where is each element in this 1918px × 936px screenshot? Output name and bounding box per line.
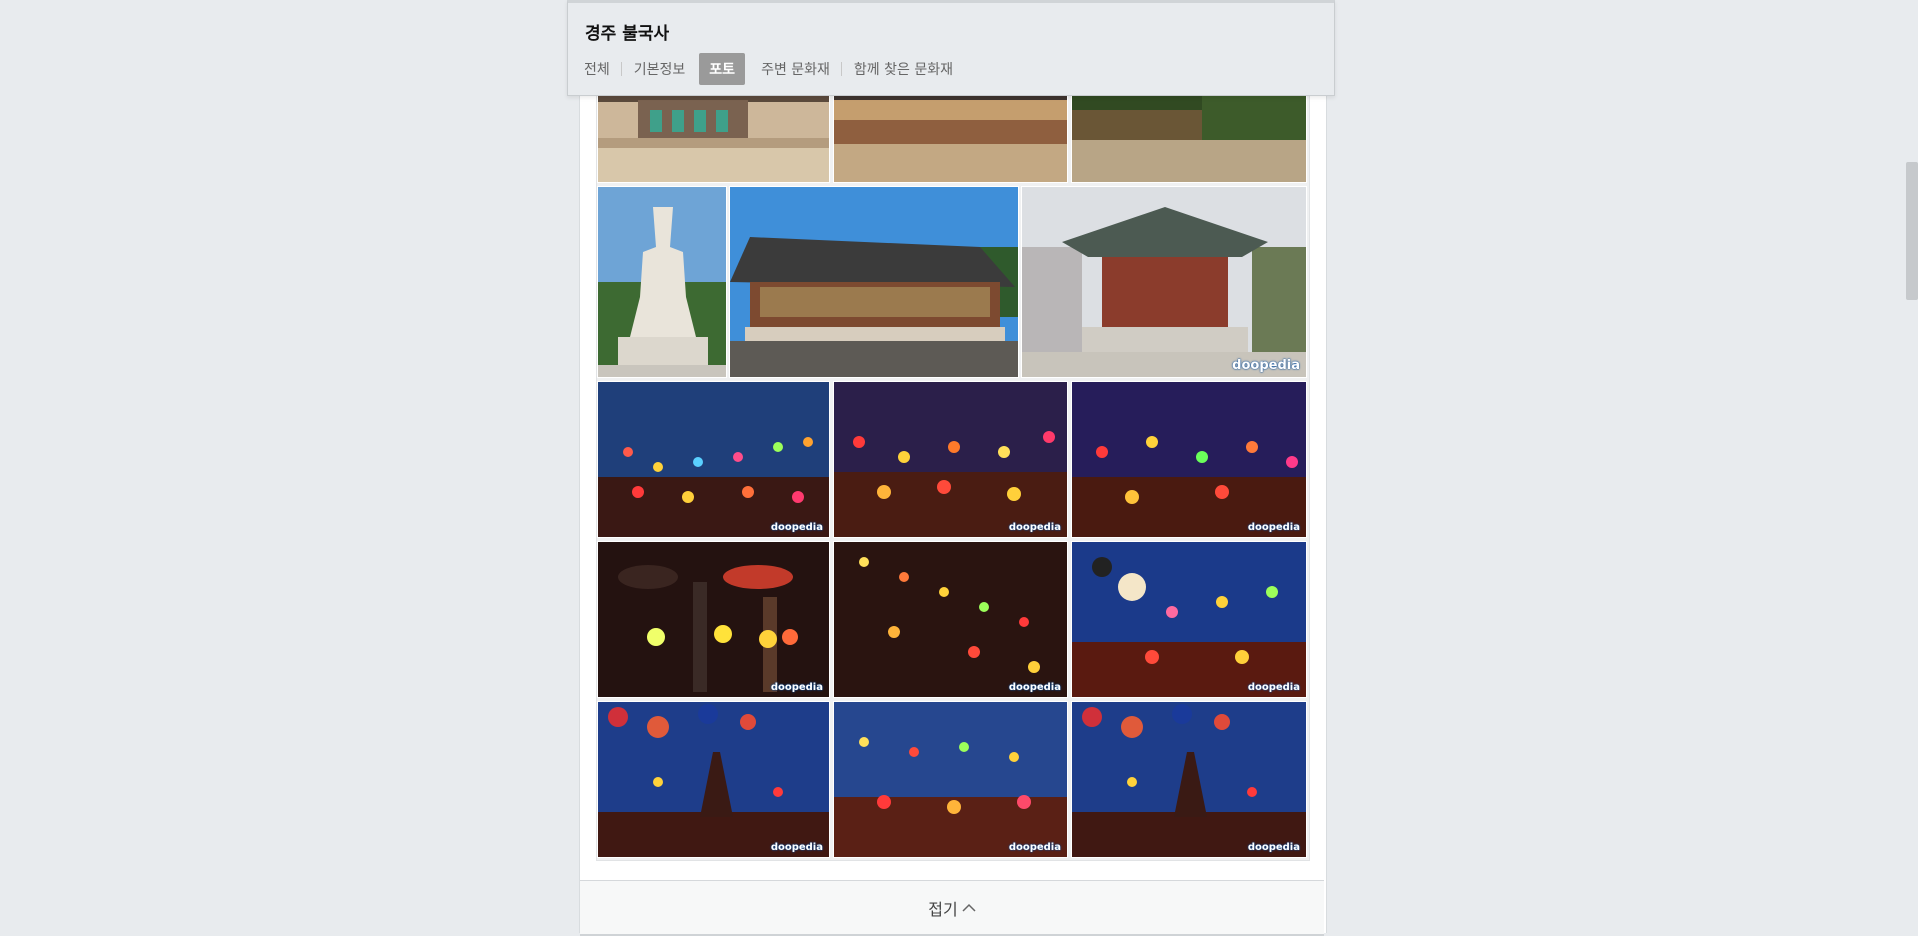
lantern-festival-image	[834, 542, 1067, 697]
photo-grid: doopedia doopedia doopedia doopedia doop…	[596, 90, 1310, 861]
photo-thumbnail[interactable]: doopedia	[597, 701, 830, 858]
photo-thumbnail[interactable]	[597, 186, 727, 378]
main-hall-image	[730, 187, 1018, 377]
lantern-festival-image	[598, 382, 829, 537]
watermark: doopedia	[1008, 522, 1061, 533]
tab-basic-info[interactable]: 기본정보	[622, 59, 698, 79]
watermark: doopedia	[1232, 358, 1300, 373]
lantern-festival-image	[1072, 382, 1306, 537]
tab-nearby-heritage[interactable]: 주변 문화재	[749, 59, 842, 79]
watermark: doopedia	[1247, 842, 1300, 853]
photo-thumbnail[interactable]: doopedia	[1071, 381, 1307, 538]
watermark: doopedia	[770, 842, 823, 853]
photo-thumbnail[interactable]	[1071, 91, 1307, 183]
watermark: doopedia	[1008, 842, 1061, 853]
tab-bar: 전체 기본정보 포토 주변 문화재 함께 찾은 문화재	[584, 53, 965, 85]
photo-thumbnail[interactable]	[729, 186, 1019, 378]
lantern-festival-image	[1072, 702, 1306, 857]
bell-pavilion-image	[1022, 187, 1306, 377]
watermark: doopedia	[1247, 682, 1300, 693]
lantern-festival-image	[598, 702, 829, 857]
temple-trees-image	[1072, 91, 1306, 182]
fold-label: 접기	[928, 899, 958, 919]
scrollbar-thumb[interactable]	[1906, 162, 1918, 300]
temple-courtyard-image	[598, 91, 829, 182]
watermark: doopedia	[1008, 682, 1061, 693]
chevron-up-icon	[962, 903, 976, 912]
photo-thumbnail[interactable]: doopedia	[833, 541, 1068, 698]
scrollbar[interactable]	[1904, 0, 1918, 933]
photo-thumbnail[interactable]	[597, 91, 830, 183]
sticky-header: 경주 불국사 전체 기본정보 포토 주변 문화재 함께 찾은 문화재	[567, 0, 1335, 96]
lantern-festival-image	[834, 382, 1067, 537]
photo-thumbnail[interactable]: doopedia	[833, 381, 1068, 538]
photo-thumbnail[interactable]: doopedia	[833, 701, 1068, 858]
page-title: 경주 불국사	[585, 24, 670, 44]
fold-button[interactable]: 접기	[580, 880, 1324, 936]
tab-related-heritage[interactable]: 함께 찾은 문화재	[842, 59, 965, 79]
lantern-procession-image	[598, 542, 829, 697]
pagoda-image	[598, 187, 726, 377]
watermark: doopedia	[770, 522, 823, 533]
watermark: doopedia	[770, 682, 823, 693]
lantern-festival-image	[1072, 542, 1306, 697]
photo-thumbnail[interactable]: doopedia	[597, 381, 830, 538]
photo-thumbnail[interactable]: doopedia	[597, 541, 830, 698]
tab-photo[interactable]: 포토	[699, 53, 746, 85]
watermark: doopedia	[1247, 522, 1300, 533]
photo-thumbnail[interactable]: doopedia	[1071, 541, 1307, 698]
temple-stairs-image	[834, 91, 1067, 182]
tab-all[interactable]: 전체	[584, 59, 622, 79]
lantern-festival-image	[834, 702, 1067, 857]
photo-thumbnail[interactable]: doopedia	[1021, 186, 1307, 378]
photo-thumbnail[interactable]	[833, 91, 1068, 183]
photo-thumbnail[interactable]: doopedia	[1071, 701, 1307, 858]
